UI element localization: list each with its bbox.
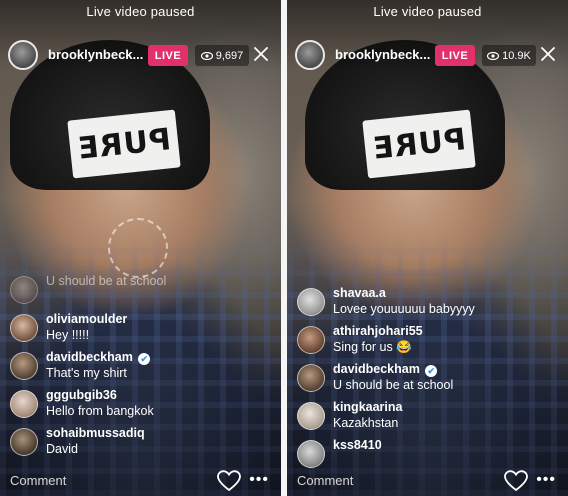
broadcaster-username[interactable]: brooklynbeck... ✔ <box>48 47 161 63</box>
comment-text: Hello from bangkok <box>46 404 154 418</box>
commenter-avatar[interactable] <box>297 364 325 392</box>
viewer-count: 10.9K <box>502 49 531 62</box>
comment-text: U should be at school <box>46 274 167 288</box>
comment-item: U should be at school <box>8 270 273 308</box>
viewer-count-badge[interactable]: 10.9K <box>482 45 536 66</box>
commenter-username[interactable]: davidbeckham ✔ <box>46 346 273 365</box>
beanie-text: PURE <box>370 121 468 167</box>
commenter-avatar[interactable] <box>10 352 38 380</box>
bottom-bar: Comment ••• <box>287 466 568 496</box>
commenter-username[interactable]: sohaibmussadiq <box>46 422 273 441</box>
comment-input[interactable]: Comment <box>297 473 353 488</box>
broadcaster-username[interactable]: brooklynbeck... ✔ <box>335 47 448 63</box>
more-options-icon[interactable]: ••• <box>249 472 269 488</box>
eye-icon <box>200 51 213 60</box>
beanie-text: PURE <box>75 121 173 167</box>
comment-item: kingkaarina Kazakhstan <box>295 396 560 434</box>
comment-item: athirahjohari55 Sing for us 😂 <box>295 320 560 358</box>
comment-item: davidbeckham ✔ That's my shirt <box>8 346 273 384</box>
comment-text: That's my shirt <box>46 366 127 380</box>
comment-item: davidbeckham ✔ U should be at school <box>295 358 560 396</box>
commenter-avatar[interactable] <box>10 314 38 342</box>
more-options-icon[interactable]: ••• <box>536 472 556 488</box>
commenter-avatar[interactable] <box>297 402 325 430</box>
commenter-username[interactable]: oliviamoulder <box>46 308 273 327</box>
viewer-count: 9,697 <box>215 49 244 62</box>
commenter-avatar[interactable] <box>297 440 325 468</box>
comment-item: gggubgib36 Hello from bangkok <box>8 384 273 422</box>
heart-icon[interactable] <box>504 470 528 492</box>
beanie-patch: PURE <box>67 109 181 179</box>
broadcaster-avatar[interactable] <box>295 40 325 70</box>
verified-badge-icon: ✔ <box>138 353 151 365</box>
commenter-avatar[interactable] <box>297 326 325 354</box>
live-badge: LIVE <box>148 45 188 66</box>
bottom-bar: Comment ••• <box>0 466 281 496</box>
live-badge: LIVE <box>435 45 475 66</box>
broadcaster-avatar[interactable] <box>8 40 38 70</box>
paused-status: Live video paused <box>86 4 195 19</box>
live-video-panel-left: PURE Live video paused brooklynbeck... ✔… <box>0 0 281 496</box>
commenter-username[interactable]: athirahjohari55 <box>333 320 560 339</box>
commenter-avatar[interactable] <box>10 276 38 304</box>
tap-indicator <box>108 218 168 278</box>
comment-text: Hey !!!!! <box>46 328 90 342</box>
comment-text: Lovee youuuuuu babyyyy <box>333 302 475 316</box>
commenter-username[interactable]: gggubgib36 <box>46 384 273 403</box>
username-text: davidbeckham <box>46 350 133 364</box>
commenter-avatar[interactable] <box>10 390 38 418</box>
paused-status: Live video paused <box>373 4 482 19</box>
heart-icon[interactable] <box>217 470 241 492</box>
username-text: davidbeckham <box>333 362 420 376</box>
comment-text: Kazakhstan <box>333 416 399 430</box>
comment-item: sohaibmussadiq David <box>8 422 273 460</box>
comment-input[interactable]: Comment <box>10 473 66 488</box>
close-icon[interactable] <box>251 44 271 64</box>
eye-icon <box>487 51 500 60</box>
commenter-avatar[interactable] <box>10 428 38 456</box>
live-header: brooklynbeck... ✔ LIVE 9,697 <box>8 40 273 70</box>
comment-feed: U should be at school oliviamoulder Hey … <box>8 270 273 460</box>
live-video-panel-right: PURE Live video paused brooklynbeck... ✔… <box>287 0 568 496</box>
commenter-username[interactable]: shavaa.a <box>333 282 560 301</box>
comment-item: oliviamoulder Hey !!!!! <box>8 308 273 346</box>
comment-feed: shavaa.a Lovee youuuuuu babyyyy athirahj… <box>295 282 560 472</box>
comment-text: Sing for us 😂 <box>333 340 412 354</box>
comment-item: shavaa.a Lovee youuuuuu babyyyy <box>295 282 560 320</box>
comment-text: David <box>46 442 78 456</box>
commenter-avatar[interactable] <box>297 288 325 316</box>
username-text: brooklynbeck... <box>48 47 144 62</box>
verified-badge-icon: ✔ <box>425 365 438 377</box>
viewer-count-badge[interactable]: 9,697 <box>195 45 249 66</box>
username-text: brooklynbeck... <box>335 47 431 62</box>
close-icon[interactable] <box>538 44 558 64</box>
commenter-username[interactable]: davidbeckham ✔ <box>333 358 560 377</box>
comment-text: U should be at school <box>333 378 454 392</box>
beanie-patch: PURE <box>362 109 476 179</box>
commenter-username[interactable]: kingkaarina <box>333 396 560 415</box>
live-header: brooklynbeck... ✔ LIVE 10.9K <box>295 40 560 70</box>
commenter-username[interactable]: kss8410 <box>333 434 560 453</box>
